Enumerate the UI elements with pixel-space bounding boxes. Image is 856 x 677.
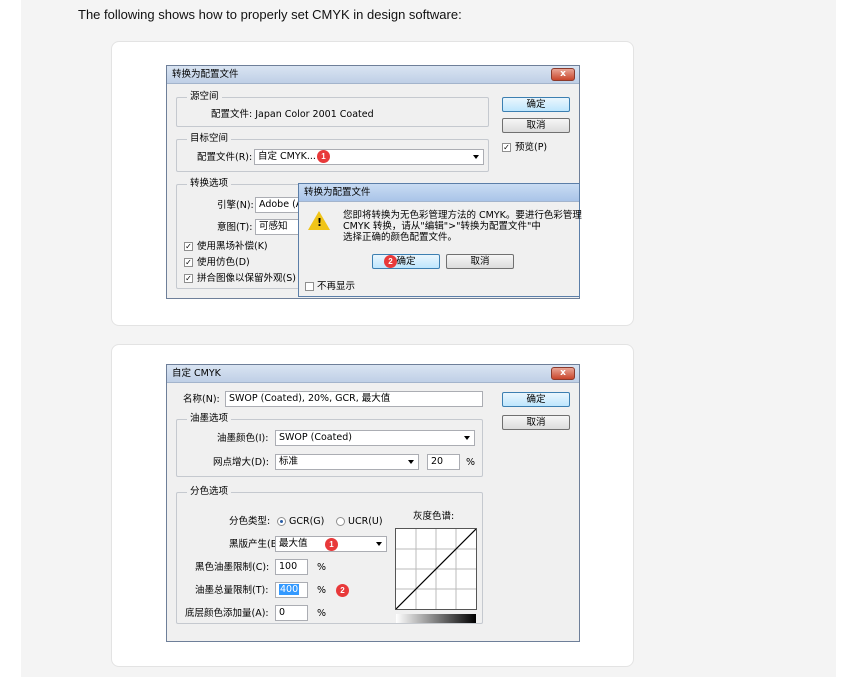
dither-checkbox[interactable]: ✓ xyxy=(184,258,193,267)
dot-gain-percent-input[interactable]: 20 xyxy=(427,454,460,470)
black-generation-value: 最大值 xyxy=(279,538,308,549)
custom-cmyk-dialog: 自定 CMYK x 名称(N): SWOP (Coated), 20%, GCR… xyxy=(166,364,580,642)
name-label: 名称(N): xyxy=(183,394,220,405)
ink-options-group: 油墨选项 油墨颜色(I): SWOP (Coated) 网点增大(D): 标准 … xyxy=(176,413,483,477)
target-profile-select[interactable]: 自定 CMYK... xyxy=(254,149,484,165)
source-profile-label: 配置文件: Japan Color 2001 Coated xyxy=(211,109,374,120)
ucr-amount-label: 底层颜色添加量(A): xyxy=(185,608,269,619)
cancel-button[interactable]: 取消 xyxy=(502,118,570,133)
name-value: SWOP (Coated), 20%, GCR, 最大值 xyxy=(229,393,391,404)
percent-sign: % xyxy=(466,457,476,468)
ink-colors-select[interactable]: SWOP (Coated) xyxy=(275,430,475,446)
dot-gain-label: 网点增大(D): xyxy=(213,457,269,468)
alert-cancel-button[interactable]: 取消 xyxy=(446,254,514,269)
dot-gain-value: 标准 xyxy=(279,456,299,467)
step-badge-2: 2 xyxy=(384,255,397,268)
target-space-group: 目标空间 配置文件(R): 自定 CMYK... 1 xyxy=(176,133,489,172)
alert-message-line3: 选择正确的颜色配置文件。 xyxy=(343,232,458,243)
ink-colors-value: SWOP (Coated) xyxy=(279,432,352,443)
dot-gain-percent-value: 20 xyxy=(431,456,444,467)
name-input[interactable]: SWOP (Coated), 20%, GCR, 最大值 xyxy=(225,391,483,407)
dont-show-checkbox[interactable] xyxy=(305,282,314,291)
separation-type-label: 分色类型: xyxy=(229,516,271,527)
total-ink-limit-input[interactable]: 400 xyxy=(275,582,308,598)
alert-ok-button[interactable]: 确定 xyxy=(372,254,440,269)
percent-sign: % xyxy=(317,562,327,573)
ink-options-label: 油墨选项 xyxy=(187,413,232,425)
ok-button[interactable]: 确定 xyxy=(502,97,570,112)
ok-button[interactable]: 确定 xyxy=(502,392,570,407)
target-profile-value: 自定 CMYK... xyxy=(258,151,316,162)
ucr-radio[interactable] xyxy=(336,517,345,526)
intent-value: 可感知 xyxy=(259,221,288,232)
black-point-label: 使用黑场补偿(K) xyxy=(197,241,268,252)
flatten-checkbox[interactable]: ✓ xyxy=(184,274,193,283)
black-point-checkbox[interactable]: ✓ xyxy=(184,242,193,251)
total-ink-limit-value: 400 xyxy=(279,584,300,595)
ucr-amount-value: 0 xyxy=(279,607,286,618)
target-profile-label: 配置文件(R): xyxy=(197,152,253,163)
intro-text: The following shows how to properly set … xyxy=(78,7,462,22)
gray-ramp-label: 灰度色谱: xyxy=(413,511,455,522)
cancel-button[interactable]: 取消 xyxy=(502,415,570,430)
preview-checkbox[interactable]: ✓ xyxy=(502,143,511,152)
alert-title: 转换为配置文件 xyxy=(299,184,579,202)
chevron-down-icon xyxy=(464,436,470,440)
gray-ramp-curve xyxy=(395,528,477,610)
gcr-label: GCR(G) xyxy=(289,516,325,527)
percent-sign: % xyxy=(317,585,327,596)
engine-value: Adobe (A xyxy=(259,199,303,210)
dither-label: 使用仿色(D) xyxy=(197,257,250,268)
dialog-title: 自定 CMYK xyxy=(167,365,579,383)
conversion-options-label: 转换选项 xyxy=(187,178,232,190)
black-ink-limit-input[interactable]: 100 xyxy=(275,559,308,575)
ink-colors-label: 油墨颜色(I): xyxy=(217,433,269,444)
intent-label: 意图(T): xyxy=(217,222,253,233)
color-management-alert: 转换为配置文件 ! 您即将转换为无色彩管理方法的 CMYK。要进行色彩管理 CM… xyxy=(298,183,582,297)
chevron-down-icon xyxy=(408,460,414,464)
step-badge-2: 2 xyxy=(336,584,349,597)
chevron-down-icon xyxy=(473,155,479,159)
gcr-radio[interactable] xyxy=(277,517,286,526)
gray-ramp-graph xyxy=(395,528,477,610)
gray-ramp-gradient xyxy=(396,614,476,623)
source-space-group: 源空间 配置文件: Japan Color 2001 Coated xyxy=(176,91,489,127)
warning-mark: ! xyxy=(317,216,323,229)
close-icon[interactable]: x xyxy=(551,367,575,380)
step-badge-1: 1 xyxy=(317,150,330,163)
separation-options-group: 分色选项 分色类型: GCR(G) UCR(U) 灰度色谱: 黑版产生(B): … xyxy=(176,486,483,624)
ucr-amount-input[interactable]: 0 xyxy=(275,605,308,621)
black-ink-limit-label: 黑色油墨限制(C): xyxy=(195,562,270,573)
ucr-label: UCR(U) xyxy=(348,516,383,527)
percent-sign: % xyxy=(317,608,327,619)
target-space-label: 目标空间 xyxy=(187,133,232,145)
separation-options-label: 分色选项 xyxy=(187,486,232,498)
close-icon[interactable]: x xyxy=(551,68,575,81)
engine-label: 引擎(N): xyxy=(217,200,254,211)
source-space-label: 源空间 xyxy=(187,91,222,103)
dont-show-label: 不再显示 xyxy=(317,281,356,292)
dialog-title: 转换为配置文件 xyxy=(167,66,579,84)
dot-gain-select[interactable]: 标准 xyxy=(275,454,419,470)
step-badge-1: 1 xyxy=(325,538,338,551)
chevron-down-icon xyxy=(376,542,382,546)
preview-label: 预览(P) xyxy=(515,142,548,153)
total-ink-limit-label: 油墨总量限制(T): xyxy=(195,585,269,596)
flatten-label: 拼合图像以保留外观(S) xyxy=(197,273,296,284)
black-ink-limit-value: 100 xyxy=(279,561,298,572)
